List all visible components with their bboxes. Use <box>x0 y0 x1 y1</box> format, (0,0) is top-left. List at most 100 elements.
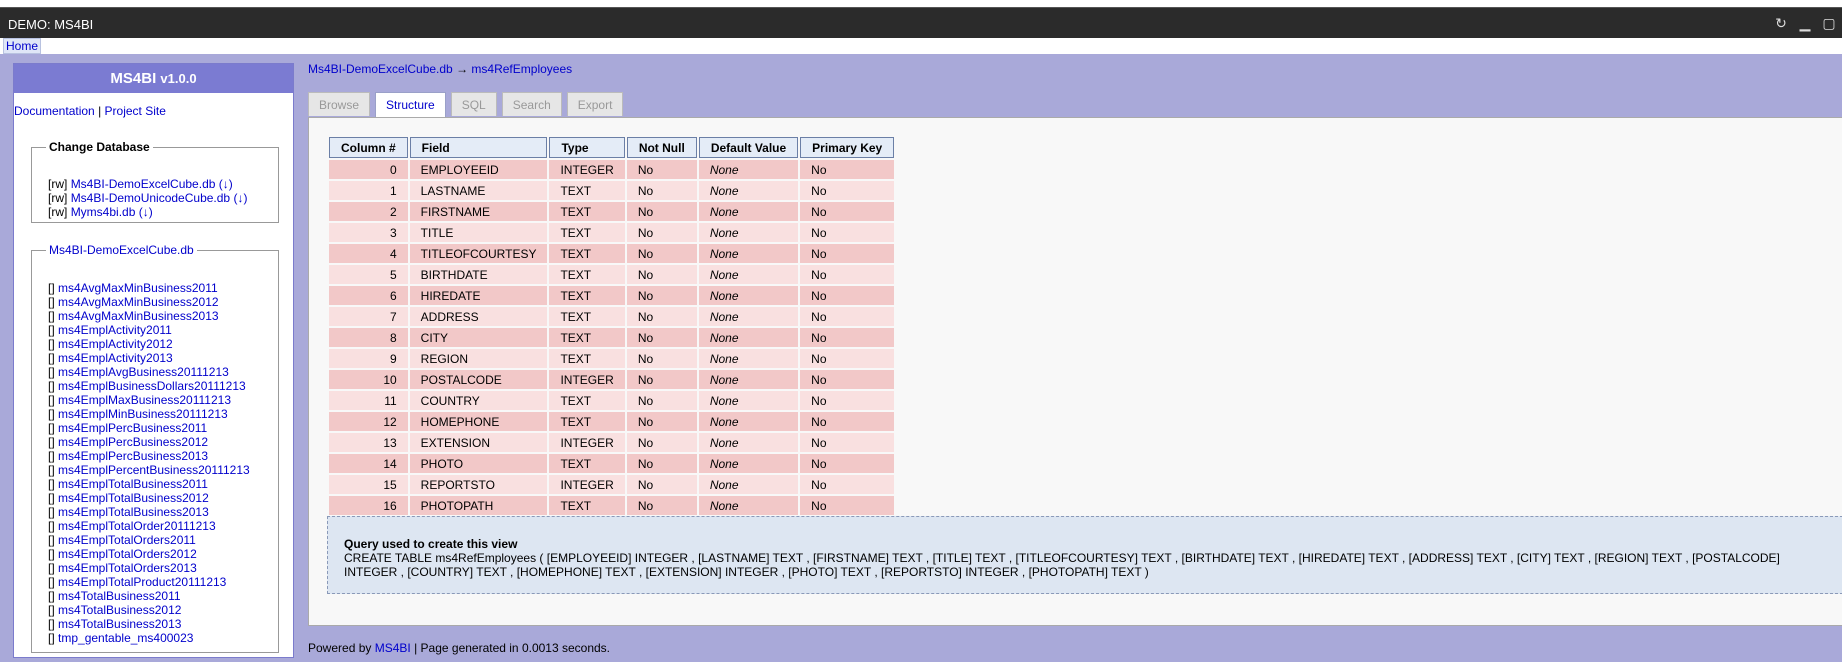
window-titlebar: DEMO: MS4BI ↻ ▁ ▢ <box>0 0 1842 39</box>
sidebar: MS4BI v1.0.0 Documentation | Project Sit… <box>13 63 294 658</box>
table-link[interactable]: ms4TotalBusiness2011 <box>58 589 181 603</box>
table-cell: INTEGER <box>549 370 625 389</box>
tab-sql[interactable]: SQL <box>450 92 497 116</box>
table-cell: CITY <box>409 328 548 347</box>
download-arrow-icon[interactable]: (↓) <box>219 177 233 191</box>
table-link[interactable]: ms4EmplPercBusiness2011 <box>58 421 207 435</box>
refresh-icon[interactable]: ↻ <box>1772 14 1790 32</box>
table-cell: No <box>626 370 697 389</box>
table-cell: TEXT <box>549 391 625 410</box>
project-site-link[interactable]: Project Site <box>105 104 166 118</box>
table-link[interactable]: ms4EmplTotalOrders2012 <box>58 547 197 561</box>
tab-export[interactable]: Export <box>566 92 624 116</box>
maximize-icon[interactable]: ▢ <box>1820 14 1838 32</box>
table-cell: TITLE <box>409 223 548 242</box>
table-list-item: [] ms4EmplTotalBusiness2011 <box>48 477 250 491</box>
table-link[interactable]: ms4AvgMaxMinBusiness2012 <box>58 295 219 309</box>
structure-table: Column # Field Type Not Null Default Value Pr… <box>327 135 896 517</box>
table-item-prefix: [] <box>48 435 55 449</box>
tab-browse[interactable]: Browse <box>308 92 371 116</box>
table-cell: No <box>800 454 895 473</box>
table-row: 13 EXTENSION INTEGER No None No <box>329 433 895 452</box>
table-link[interactable]: ms4EmplPercBusiness2013 <box>58 449 208 463</box>
home-link[interactable]: Home <box>3 38 42 54</box>
database-mode: [rw] <box>48 177 68 191</box>
column-header: Not Null <box>626 137 697 158</box>
documentation-link[interactable]: Documentation <box>14 104 95 118</box>
table-cell: No <box>800 412 895 431</box>
column-header: Primary Key <box>800 137 895 158</box>
table-cell: None <box>698 307 799 326</box>
table-item-prefix: [] <box>48 295 55 309</box>
table-link[interactable]: ms4EmplTotalBusiness2013 <box>58 505 209 519</box>
table-link[interactable]: ms4EmplPercentBusiness20111213 <box>58 463 250 477</box>
footer-ms4bi-link[interactable]: MS4BI <box>375 641 411 655</box>
tab-search[interactable]: Search <box>501 92 562 116</box>
breadcrumb-table-link[interactable]: ms4RefEmployees <box>471 62 572 76</box>
table-row: 0 EMPLOYEEID INTEGER No None No <box>329 160 895 179</box>
table-list-item: [] tmp_gentable_ms400023 <box>48 631 250 645</box>
table-link[interactable]: ms4TotalBusiness2013 <box>58 617 181 631</box>
download-arrow-icon[interactable]: (↓) <box>233 191 247 205</box>
table-cell: TEXT <box>549 349 625 368</box>
table-item-prefix: [] <box>48 463 55 477</box>
table-row: 14 PHOTO TEXT No None No <box>329 454 895 473</box>
database-link[interactable]: Myms4bi.db <box>71 205 136 219</box>
link-separator: | <box>98 104 102 118</box>
table-cell: No <box>800 286 895 305</box>
table-list-item: [] ms4EmplActivity2011 <box>48 323 250 337</box>
table-link[interactable]: ms4EmplMinBusiness20111213 <box>58 407 228 421</box>
table-cell: No <box>626 349 697 368</box>
view-tabs: Browse Structure SQL Search Export <box>308 92 624 118</box>
table-link[interactable]: ms4EmplActivity2012 <box>58 337 173 351</box>
table-cell: No <box>800 244 895 263</box>
database-link[interactable]: Ms4BI-DemoExcelCube.db <box>71 177 216 191</box>
database-link[interactable]: Ms4BI-DemoUnicodeCube.db <box>71 191 230 205</box>
tables-legend-link[interactable]: Ms4BI-DemoExcelCube.db <box>46 243 197 257</box>
column-header: Type <box>549 137 625 158</box>
table-cell: COUNTRY <box>409 391 548 410</box>
table-cell: 12 <box>329 412 408 431</box>
table-cell: None <box>698 223 799 242</box>
table-link[interactable]: ms4EmplMaxBusiness20111213 <box>58 393 231 407</box>
table-list-item: [] ms4EmplTotalOrders2011 <box>48 533 250 547</box>
table-item-prefix: [] <box>48 309 55 323</box>
table-link[interactable]: ms4EmplTotalOrders2013 <box>58 561 197 575</box>
table-cell: PHOTO <box>409 454 548 473</box>
table-cell: None <box>698 328 799 347</box>
table-link[interactable]: ms4EmplTotalProduct20111213 <box>58 575 226 589</box>
table-link[interactable]: ms4EmplTotalOrder20111213 <box>58 519 216 533</box>
column-header: Column # <box>329 137 408 158</box>
table-link[interactable]: ms4AvgMaxMinBusiness2011 <box>58 281 218 295</box>
minimize-icon[interactable]: ▁ <box>1796 14 1814 32</box>
database-item: [rw] Ms4BI-DemoUnicodeCube.db (↓) <box>48 191 247 205</box>
table-link[interactable]: ms4EmplActivity2011 <box>58 323 172 337</box>
structure-panel: Column # Field Type Not Null Default Value Pr… <box>308 117 1842 626</box>
table-item-prefix: [] <box>48 407 55 421</box>
table-cell: No <box>800 496 895 515</box>
table-link[interactable]: ms4EmplTotalBusiness2011 <box>58 477 208 491</box>
table-link[interactable]: ms4EmplBusinessDollars20111213 <box>58 379 246 393</box>
breadcrumb-db-link[interactable]: Ms4BI-DemoExcelCube.db <box>308 62 453 76</box>
table-link[interactable]: ms4AvgMaxMinBusiness2013 <box>58 309 219 323</box>
table-link[interactable]: ms4EmplPercBusiness2012 <box>58 435 208 449</box>
table-cell: None <box>698 412 799 431</box>
table-cell: No <box>626 286 697 305</box>
tab-structure[interactable]: Structure <box>375 92 446 118</box>
download-arrow-icon[interactable]: (↓) <box>139 205 153 219</box>
table-cell: INTEGER <box>549 475 625 494</box>
table-link[interactable]: tmp_gentable_ms400023 <box>58 631 193 645</box>
table-row: 5 BIRTHDATE TEXT No None No <box>329 265 895 284</box>
table-cell: HOMEPHONE <box>409 412 548 431</box>
table-link[interactable]: ms4EmplActivity2013 <box>58 351 173 365</box>
table-cell: No <box>626 202 697 221</box>
table-row: 8 CITY TEXT No None No <box>329 328 895 347</box>
table-link[interactable]: ms4EmplTotalOrders2011 <box>58 533 196 547</box>
table-link[interactable]: ms4EmplAvgBusiness20111213 <box>58 365 229 379</box>
table-link[interactable]: ms4EmplTotalBusiness2012 <box>58 491 209 505</box>
table-cell: No <box>626 454 697 473</box>
table-cell: No <box>626 244 697 263</box>
app-header: MS4BI v1.0.0 <box>14 64 293 93</box>
table-link[interactable]: ms4TotalBusiness2012 <box>58 603 181 617</box>
table-cell: No <box>626 160 697 179</box>
